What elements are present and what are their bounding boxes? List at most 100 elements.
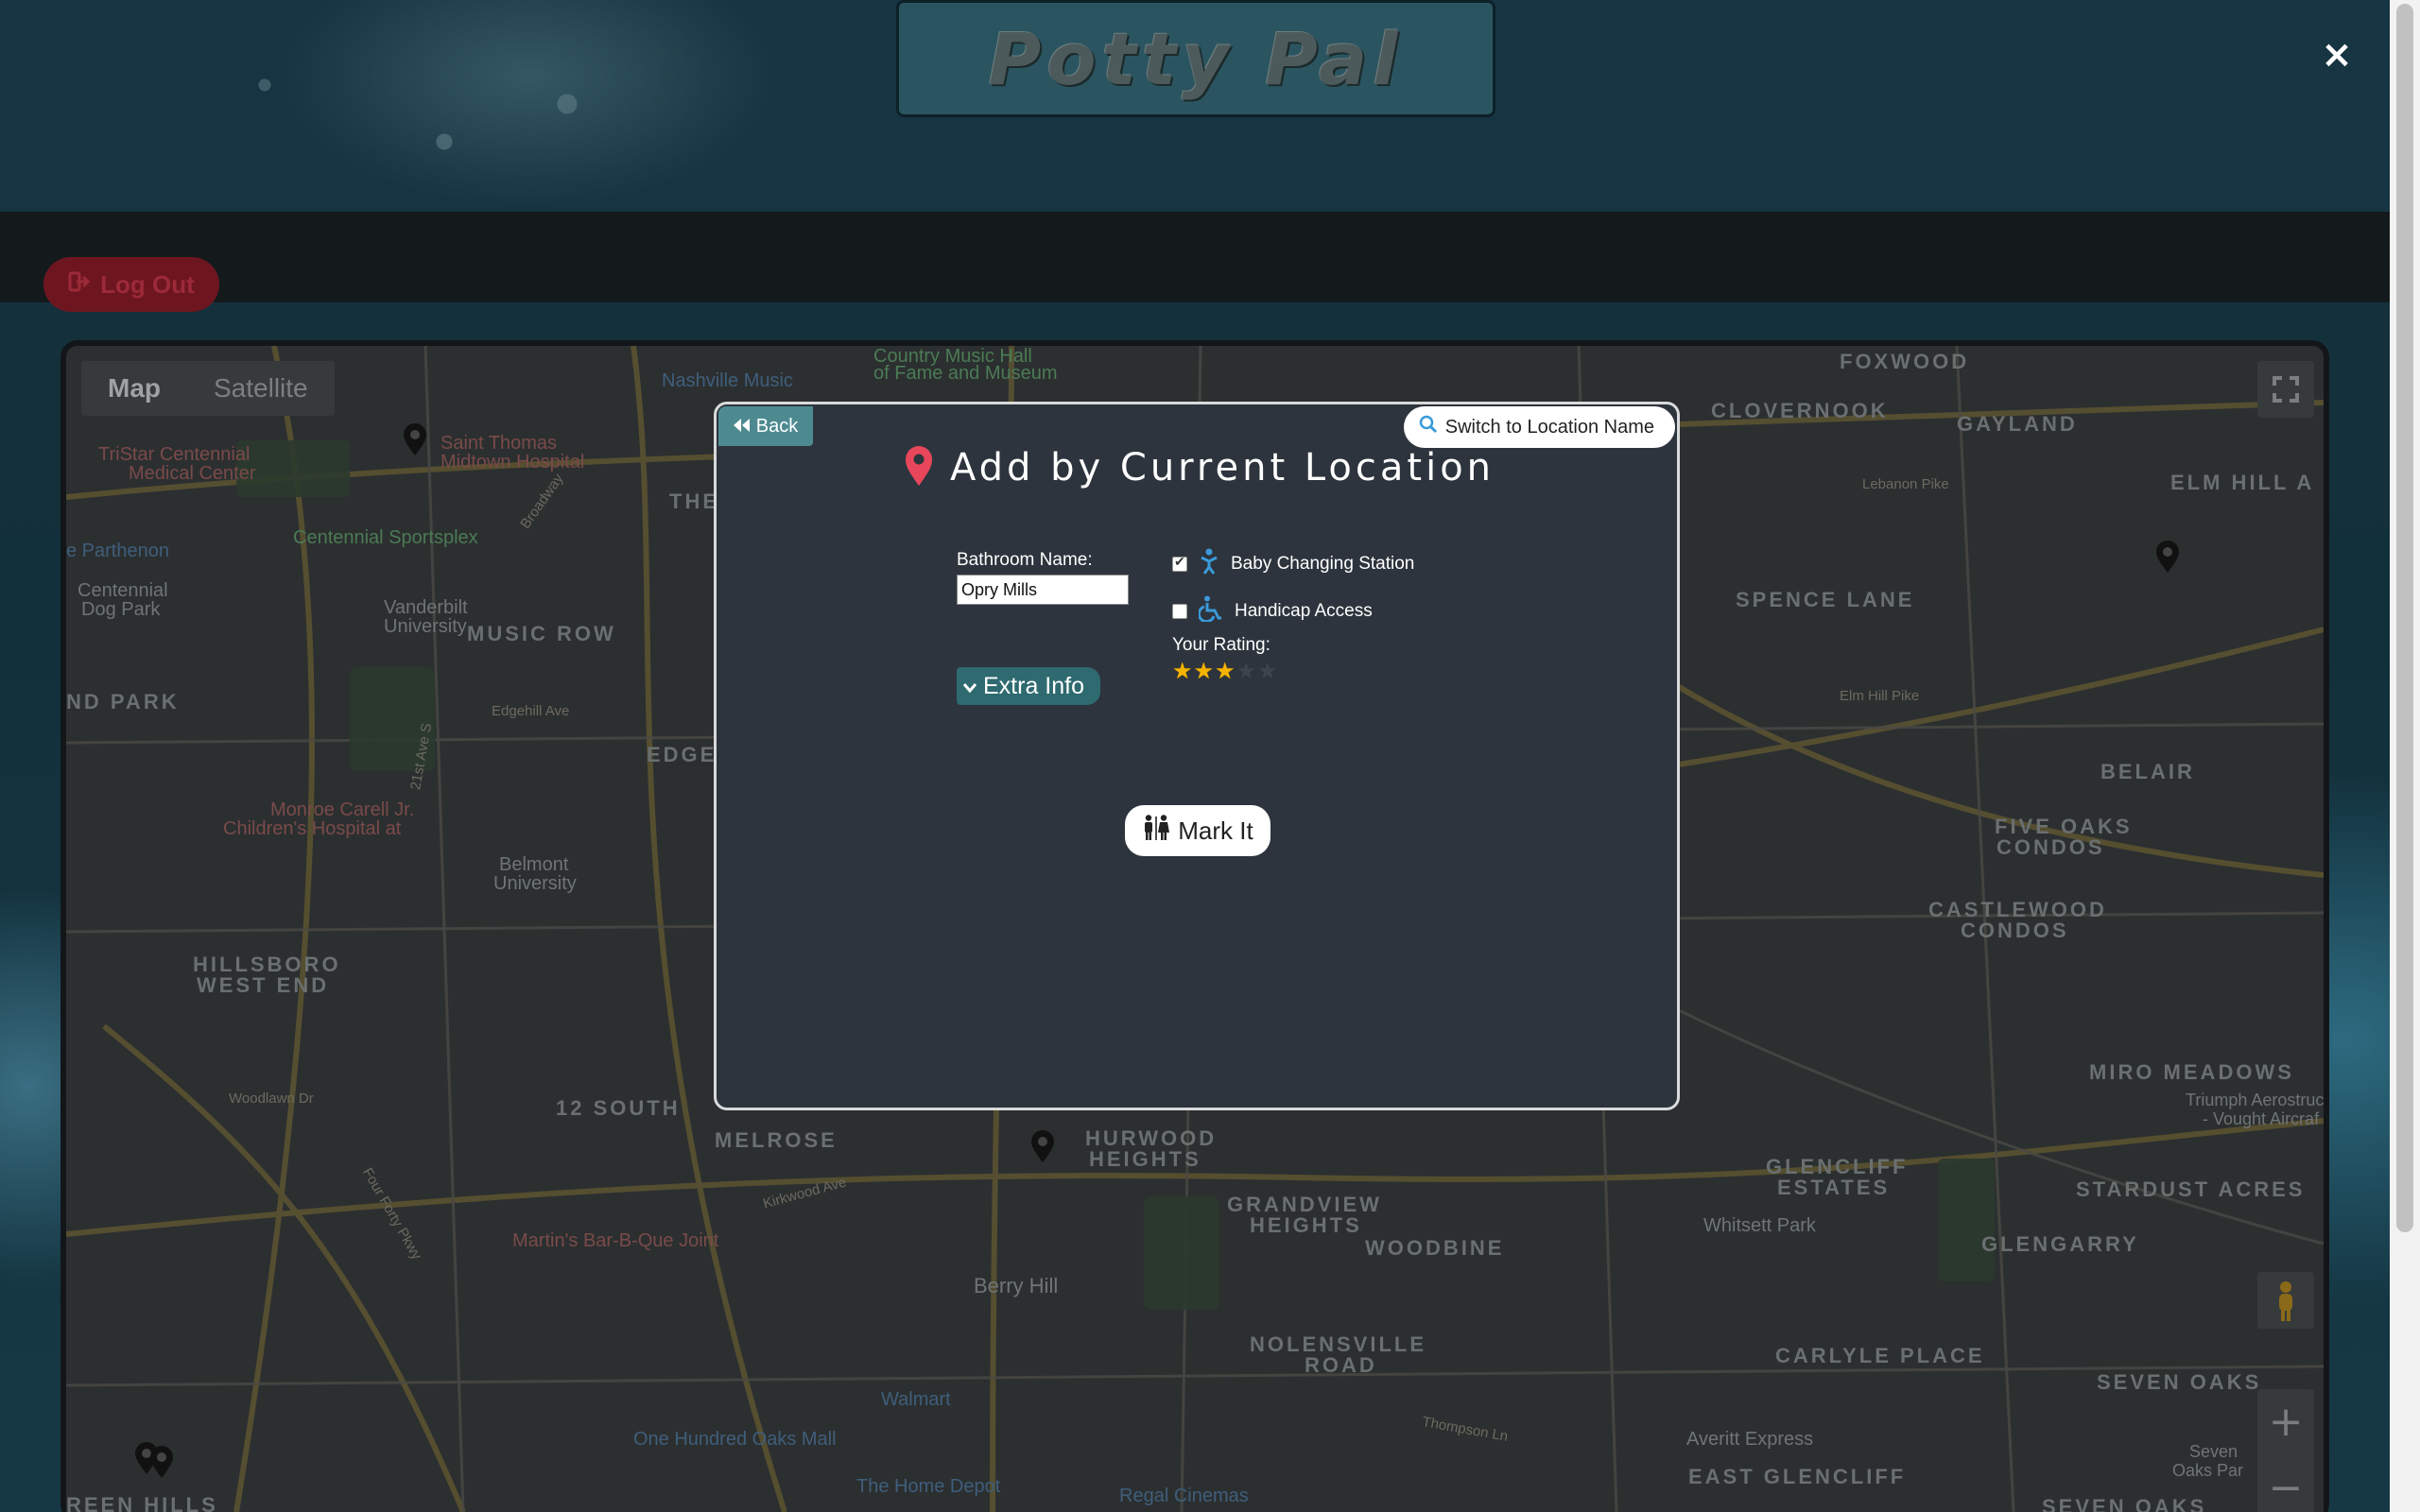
map-label: Centennial Sportsplex — [293, 527, 478, 548]
restroom-pin-icon[interactable] — [149, 1446, 174, 1478]
map-label: WOODBINE — [1365, 1236, 1505, 1260]
fullscreen-icon — [2273, 376, 2299, 403]
zoom-in-button[interactable]: + — [2257, 1389, 2314, 1455]
add-location-modal: Back Switch to Location Name Add by Curr… — [714, 402, 1680, 1110]
back-label: Back — [755, 415, 799, 437]
map-label: Oaks Par — [2172, 1461, 2244, 1480]
map-label: The Home Depot — [856, 1476, 1001, 1497]
map-label: Edgehill Ave — [492, 703, 570, 719]
map-label: BELAIR — [2100, 760, 2195, 783]
page-scrollbar[interactable] — [2390, 0, 2420, 1512]
app-logo: Potty Pal — [896, 0, 1495, 117]
star-icon[interactable]: ★ — [1236, 660, 1257, 682]
map-label: Nashville Music — [662, 370, 793, 391]
scrollbar-thumb[interactable] — [2396, 4, 2413, 1232]
star-icon[interactable]: ★ — [1257, 660, 1278, 682]
map-label: WEST END — [197, 973, 330, 997]
logout-label: Log Out — [100, 269, 195, 299]
map-label: ROAD — [1305, 1353, 1377, 1377]
map-label: Whitsett Park — [1703, 1215, 1816, 1236]
restroom-pin-icon[interactable] — [403, 423, 427, 455]
bathroom-name-input[interactable] — [957, 575, 1129, 605]
star-icon[interactable]: ★ — [1215, 660, 1236, 682]
zoom-control: + − — [2257, 1389, 2314, 1512]
map-label: of Fame and Museum — [873, 363, 1058, 384]
map-label: SEVEN OAKS — [2042, 1495, 2207, 1512]
map-label: Triumph Aerostructu — [2186, 1091, 2324, 1109]
modal-header: Add by Current Location — [717, 446, 1683, 490]
rating-label: Your Rating: — [1172, 635, 1270, 655]
map-label: Children's Hospital at — [223, 818, 402, 839]
pegman-icon — [2279, 1281, 2292, 1321]
map-label: Berry Hill — [974, 1274, 1059, 1297]
fullscreen-button[interactable] — [2257, 361, 2314, 418]
star-rating[interactable]: ★ ★ ★ ★ ★ — [1172, 660, 1278, 682]
star-icon[interactable]: ★ — [1172, 660, 1193, 682]
map-type-satellite-button[interactable]: Satellite — [187, 361, 335, 416]
map-label: e Parthenon — [66, 541, 169, 561]
map-label: FOXWOOD — [1840, 350, 1970, 373]
map-label: - Vought Aircraf — [2203, 1109, 2320, 1128]
backward-icon — [733, 416, 751, 438]
restroom-pin-icon[interactable] — [2155, 541, 2180, 573]
map-label: CONDOS — [1961, 919, 2069, 942]
map-label: Martin's Bar-B-Que Joint — [512, 1230, 719, 1251]
map-label: EDGE — [647, 743, 717, 766]
app-title: Potty Pal — [988, 16, 1404, 101]
wheelchair-icon — [1197, 595, 1223, 627]
map-label: HEIGHTS — [1250, 1213, 1362, 1237]
map-label: Woodlawn Dr — [229, 1091, 314, 1107]
map-label: CONDOS — [1996, 835, 2105, 859]
handicap-checkbox[interactable] — [1172, 604, 1187, 619]
map-label: SPENCE LANE — [1736, 588, 1915, 611]
map-label: Dog Park — [81, 599, 161, 620]
search-location-icon — [1419, 415, 1438, 439]
map-label: Medical Center — [129, 463, 256, 484]
map-label: EAST GLENCLIFF — [1688, 1465, 1907, 1488]
map-label: SEVEN OAKS — [2097, 1370, 2262, 1394]
restroom-pin-icon[interactable] — [1030, 1130, 1055, 1162]
map-label: University — [493, 873, 577, 894]
star-icon[interactable]: ★ — [1194, 660, 1215, 682]
chevron-down-icon — [962, 673, 977, 700]
map-label: Midtown Hospital — [441, 452, 585, 472]
mark-it-button[interactable]: Mark It — [1125, 805, 1270, 856]
map-label: Seven — [2189, 1442, 2238, 1461]
baby-changing-label: Baby Changing Station — [1231, 554, 1415, 574]
extra-info-label: Extra Info — [983, 672, 1084, 699]
map-label: GAYLAND — [1957, 412, 2078, 436]
map-label: CLOVERNOOK — [1711, 399, 1889, 422]
map-type-control: Map Satellite — [81, 361, 335, 416]
map-label: MELROSE — [715, 1128, 838, 1152]
map-label: STARDUST ACRES — [2076, 1177, 2306, 1201]
map-label: ELM HILL A — [2170, 471, 2315, 494]
nav-bar — [0, 212, 2390, 302]
baby-icon — [1199, 548, 1219, 580]
map-label: Averitt Express — [1686, 1429, 1814, 1450]
map-marker-icon — [905, 446, 933, 490]
map-label: THE — [669, 490, 719, 513]
map-label: ESTATES — [1777, 1176, 1891, 1199]
map-type-map-button[interactable]: Map — [81, 361, 187, 416]
map-label: HEIGHTS — [1089, 1147, 1201, 1171]
map-label: Regal Cinemas — [1119, 1486, 1249, 1506]
map-label: REEN HILLS — [66, 1493, 218, 1512]
map-label: CARLYLE PLACE — [1775, 1344, 1985, 1367]
back-button[interactable]: Back — [718, 406, 813, 446]
map-label: ND PARK — [66, 690, 180, 713]
map-label: University — [384, 616, 467, 637]
zoom-out-button[interactable]: − — [2257, 1455, 2314, 1512]
close-icon[interactable]: × — [2318, 36, 2356, 74]
map-label: 12 SOUTH — [556, 1096, 681, 1120]
mark-it-label: Mark It — [1178, 816, 1253, 845]
map-label: Elm Hill Pike — [1840, 688, 1920, 704]
map-label: MUSIC ROW — [467, 622, 616, 645]
street-view-pegman[interactable] — [2257, 1272, 2314, 1329]
map-label: GLENGARRY — [1981, 1232, 2139, 1256]
switch-to-location-name-button[interactable]: Switch to Location Name — [1403, 406, 1675, 448]
baby-changing-checkbox[interactable] — [1172, 554, 1187, 572]
handicap-label: Handicap Access — [1235, 601, 1373, 621]
logout-button[interactable]: Log Out — [43, 257, 219, 312]
map-label: One Hundred Oaks Mall — [633, 1429, 837, 1450]
extra-info-toggle[interactable]: Extra Info — [957, 667, 1100, 705]
